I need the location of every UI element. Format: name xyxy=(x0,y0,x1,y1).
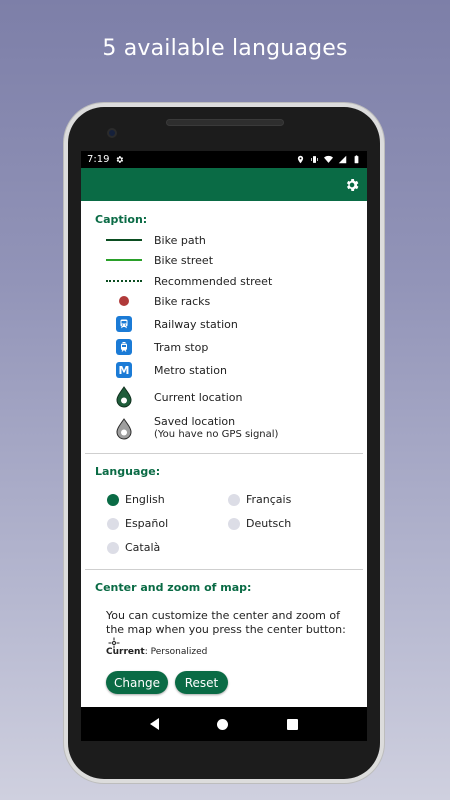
wifi-status-icon xyxy=(324,155,333,163)
language-option-english[interactable]: English xyxy=(107,493,165,506)
status-bar: 7:19 xyxy=(81,151,367,168)
battery-status-icon xyxy=(354,155,359,164)
caption-label: Tram stop xyxy=(154,340,209,354)
settings-content: Caption: Bike path Bike street Recommend… xyxy=(81,201,367,707)
caption-item-bike-racks: Bike racks xyxy=(81,291,367,311)
caption-label: Bike street xyxy=(154,253,214,267)
tram-icon xyxy=(116,339,132,355)
bike-path-line xyxy=(105,230,143,250)
radio-unchecked-icon xyxy=(107,517,119,530)
language-option-label: Català xyxy=(125,541,161,554)
metro-icon: M xyxy=(116,362,132,378)
caption-item-saved-location: Saved location (You have no GPS signal) xyxy=(81,414,367,444)
home-icon[interactable] xyxy=(217,718,229,730)
current-label: Current xyxy=(106,647,145,657)
caption-label: Bike racks xyxy=(154,294,211,308)
current-value: : Personalized xyxy=(144,647,208,657)
language-option-french[interactable]: Français xyxy=(228,493,291,506)
center-zoom-description-text: You can customize the center and zoom of… xyxy=(106,609,346,636)
caption-label: Metro station xyxy=(154,363,227,377)
divider xyxy=(85,453,363,454)
language-title: Language: xyxy=(95,465,161,478)
caption-title: Caption: xyxy=(95,213,148,226)
radio-checked-icon xyxy=(107,493,119,506)
divider xyxy=(85,569,363,570)
settings-status-icon xyxy=(117,156,124,163)
recommended-street-line xyxy=(105,271,143,291)
vibrate-status-icon xyxy=(311,156,318,163)
location-status-icon xyxy=(297,155,304,164)
radio-unchecked-icon xyxy=(107,541,119,554)
language-option-label: Deutsch xyxy=(246,517,292,530)
caption-item-bike-street: Bike street xyxy=(81,250,367,270)
status-time: 7:19 xyxy=(87,154,110,165)
signal-status-icon xyxy=(338,155,347,164)
language-option-label: Español xyxy=(125,517,169,530)
train-icon xyxy=(116,316,132,332)
caption-item-metro-station: M Metro station xyxy=(81,360,367,380)
radio-unchecked-icon xyxy=(228,493,240,506)
front-camera xyxy=(107,128,117,138)
caption-sublabel: (You have no GPS signal) xyxy=(154,429,279,440)
center-zoom-description: You can customize the center and zoom of… xyxy=(106,609,354,651)
saved-location-pin-icon xyxy=(116,418,132,440)
change-button[interactable]: Change xyxy=(106,671,168,694)
language-option-label: English xyxy=(125,493,165,506)
current-setting: Current: Personalized xyxy=(106,647,207,657)
app-bar xyxy=(81,168,367,201)
bike-street-line xyxy=(105,250,143,270)
caption-label: Railway station xyxy=(154,317,238,331)
caption-label: Bike path xyxy=(154,233,206,247)
caption-item-recommended-street: Recommended street xyxy=(81,271,367,291)
language-option-label: Français xyxy=(246,493,292,506)
caption-item-tram-stop: Tram stop xyxy=(81,337,367,357)
settings-button[interactable] xyxy=(343,176,361,194)
caption-item-bike-path: Bike path xyxy=(81,230,367,250)
radio-unchecked-icon xyxy=(228,517,240,530)
language-option-catalan[interactable]: Català xyxy=(107,541,160,554)
gear-icon xyxy=(346,179,359,191)
promo-title: 5 available languages xyxy=(102,36,348,61)
language-option-german[interactable]: Deutsch xyxy=(228,517,291,530)
caption-item-railway-station: Railway station xyxy=(81,314,367,334)
phone-screen: 7:19 Caption: Bike path Bike street Reco… xyxy=(81,151,367,741)
center-zoom-title: Center and zoom of map: xyxy=(95,581,252,594)
language-option-spanish[interactable]: Español xyxy=(107,517,168,530)
recents-icon[interactable] xyxy=(286,718,298,730)
reset-button[interactable]: Reset xyxy=(175,671,228,694)
system-nav-bar xyxy=(81,707,367,741)
phone-speaker xyxy=(166,119,284,126)
current-location-pin-icon xyxy=(116,386,132,408)
caption-item-current-location: Current location xyxy=(81,385,367,409)
status-icons xyxy=(296,155,361,164)
bike-racks-dot xyxy=(105,291,143,311)
back-icon[interactable] xyxy=(150,718,160,730)
caption-label: Saved location xyxy=(154,415,236,428)
caption-label: Recommended street xyxy=(154,274,273,288)
caption-label: Current location xyxy=(154,390,243,404)
